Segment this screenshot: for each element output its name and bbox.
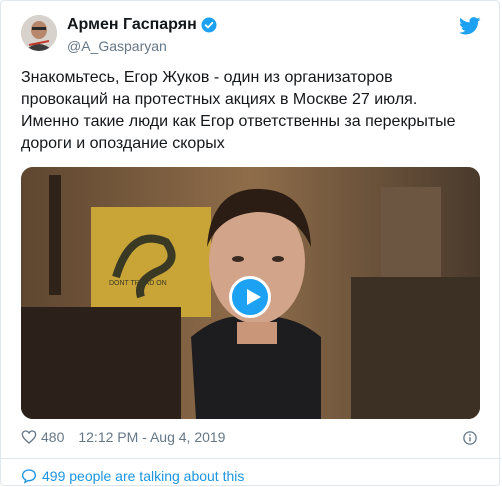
conversation-link[interactable]: 499 people are talking about this: [21, 468, 244, 484]
verified-badge-icon: [201, 17, 217, 33]
timestamp[interactable]: 12:12 PM - Aug 4, 2019: [78, 429, 225, 445]
flag-text: DONT TREAD ON: [109, 280, 167, 287]
like-count[interactable]: 480: [41, 429, 64, 445]
footer-divider: [1, 458, 501, 459]
tweet-line: Именно такие люди как Егор ответственны …: [21, 113, 456, 130]
author-name[interactable]: Армен Гаспарян: [67, 16, 197, 34]
play-icon[interactable]: [229, 276, 271, 318]
talking-text[interactable]: 499 people are talking about this: [42, 468, 244, 484]
author-name-row: Армен Гаспарян: [67, 16, 217, 34]
info-icon[interactable]: [463, 431, 477, 445]
twitter-bird-icon[interactable]: [459, 17, 481, 35]
tweet-line: Знакомьтесь, Егор Жуков - один из органи…: [21, 69, 393, 86]
avatar-image: [21, 15, 57, 51]
comment-bubble-icon: [21, 469, 37, 484]
tweet-line: дороги и опоздание скорых: [21, 135, 225, 152]
tweet-card: Армен Гаспарян @A_Gasparyan Знакомьтесь,…: [0, 0, 501, 486]
author-handle[interactable]: @A_Gasparyan: [67, 38, 167, 54]
tweet-text: Знакомьтесь, Егор Жуков - один из органи…: [21, 67, 486, 155]
tweet-line: провокаций на протестных акциях в Москве…: [21, 91, 418, 108]
avatar[interactable]: [21, 15, 57, 51]
tweet-meta: 480 12:12 PM - Aug 4, 2019: [21, 429, 225, 445]
heart-icon[interactable]: [21, 429, 37, 445]
